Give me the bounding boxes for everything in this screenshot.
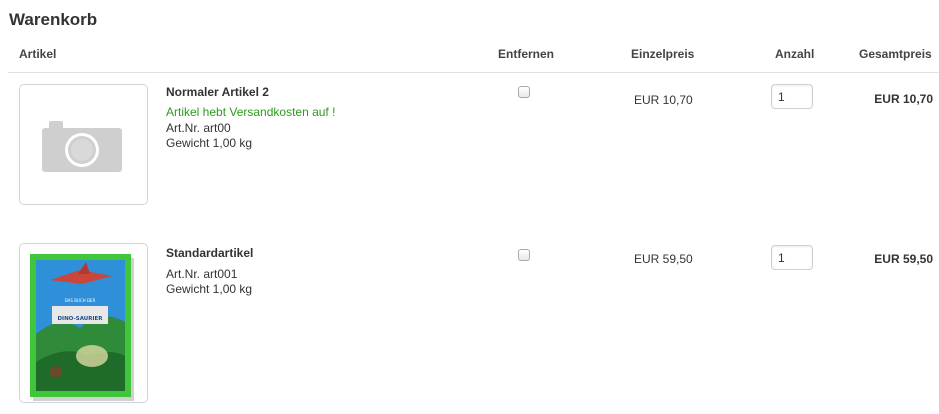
product-name[interactable]: Normaler Artikel 2	[166, 85, 269, 99]
book-cover-title: DINO-SAURIER	[57, 316, 103, 322]
svg-text:DAS BUCH DER: DAS BUCH DER	[65, 298, 96, 303]
cart-row: Normaler Artikel 2 Artikel hebt Versandk…	[0, 0, 939, 230]
product-weight: Gewicht 1,00 kg	[166, 282, 253, 296]
product-image-placeholder[interactable]	[19, 84, 148, 205]
book-cover-image: DAS BUCH DER DINO-SAURIER	[30, 254, 134, 401]
cart-row: DAS BUCH DER DINO-SAURIER Standardartike…	[0, 230, 939, 414]
total-price: EUR 59,50	[874, 252, 933, 266]
product-name[interactable]: Standardartikel	[166, 246, 253, 260]
total-price: EUR 10,70	[874, 92, 933, 106]
quantity-input[interactable]	[771, 245, 813, 270]
unit-price: EUR 59,50	[634, 252, 693, 266]
unit-price: EUR 10,70	[634, 93, 693, 107]
remove-checkbox[interactable]	[518, 249, 530, 261]
shipping-notice: Artikel hebt Versandkosten auf !	[166, 105, 336, 119]
quantity-input[interactable]	[771, 84, 813, 109]
camera-placeholder-icon	[42, 121, 122, 172]
remove-checkbox[interactable]	[518, 86, 530, 98]
product-sku: Art.Nr. art00	[166, 121, 231, 135]
product-image[interactable]: DAS BUCH DER DINO-SAURIER	[19, 243, 148, 403]
product-weight: Gewicht 1,00 kg	[166, 136, 253, 150]
product-sku: Art.Nr. art001	[166, 267, 238, 281]
